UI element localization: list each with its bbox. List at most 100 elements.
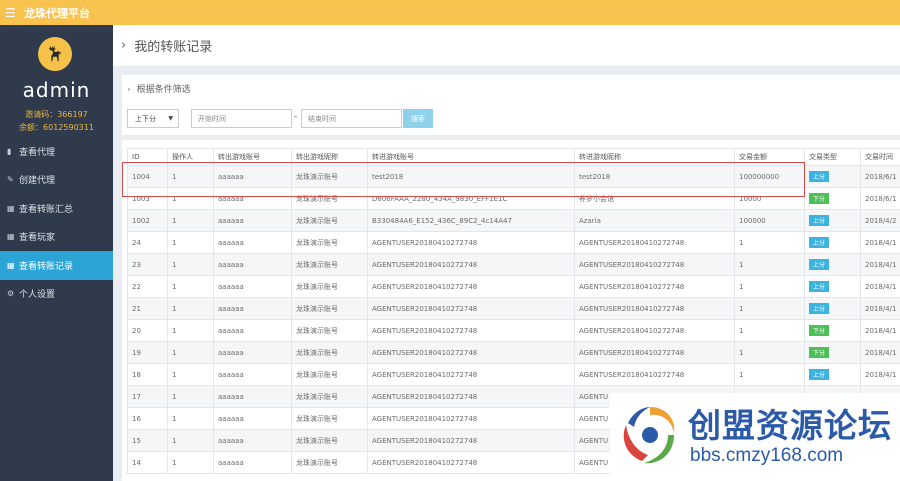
cell-time: 2018/4/1 [860,231,900,254]
menu-icon[interactable]: ☰ [5,6,19,20]
cell-id: 1003 [127,187,168,210]
cell-from-nick: 龙珠演示账号 [291,187,368,210]
type-select-value: 上下分 [135,114,156,123]
column-header: 转进游戏账号 [367,148,575,166]
table-row[interactable]: 24 1 aaaaaa 龙珠演示账号 AGENTUSER20180410272748 AG… [127,231,900,254]
page-header: › 我的转账记录 [113,25,900,67]
cell-id: 19 [127,341,168,364]
cell-from-nick: 龙珠演示账号 [291,319,368,342]
username: admin [22,78,91,102]
cell-operator: 1 [167,429,214,452]
cell-to-nick: AGENTUSER20180410272748 [574,253,735,276]
cell-amount: 10000 [734,187,805,210]
type-badge: 上分 [809,281,830,292]
table-row[interactable]: 22 1 aaaaaa 龙珠演示账号 AGENTUSER20180410272748 AG… [127,275,900,298]
cell-type: 上分 [804,275,861,298]
column-header: 交易时间 [860,148,900,166]
cell-from-nick: 龙珠演示账号 [291,275,368,298]
sidebar-item-5[interactable]: ⚙ 个人设置 [0,280,113,309]
cell-operator: 1 [167,407,214,430]
cell-from-account: aaaaaa [213,451,292,474]
column-header: 转出游戏昵称 [291,148,368,166]
start-time-input[interactable]: 开始时间 [191,109,292,128]
table-row[interactable]: 21 1 aaaaaa 龙珠演示账号 AGENTUSER20180410272748 AG… [127,297,900,320]
cell-to-nick: AGENTUSER20180410272748 [574,231,735,254]
sidebar-item-2[interactable]: ▦ 查看转账汇总 [0,194,113,223]
top-bar: ☰ 龙珠代理平台 [0,0,900,25]
watermark-title: 创盟资源论坛 [688,406,892,445]
cell-type: 上分 [804,363,861,386]
cell-from-nick: 龙珠演示账号 [291,429,368,452]
table-row[interactable]: 18 1 aaaaaa 龙珠演示账号 AGENTUSER20180410272748 AG… [127,363,900,386]
chevron-right-icon: › [127,85,131,95]
table-row[interactable]: 1004 1 aaaaaa 龙珠演示账号 test2018 test2018 1000000… [127,165,900,188]
cell-time: 2018/4/1 [860,363,900,386]
edit-icon: ✎ [7,175,14,185]
cell-id: 1004 [127,165,168,188]
search-button[interactable]: 搜索 [403,109,433,128]
cell-operator: 1 [167,297,214,320]
cell-to-account: AGENTUSER20180410272748 [367,429,575,452]
cell-operator: 1 [167,187,214,210]
table-row[interactable]: 20 1 aaaaaa 龙珠演示账号 AGENTUSER20180410272748 AG… [127,319,900,342]
sidebar-item-label: 创建代理 [19,176,56,187]
cell-to-nick: Azaria [574,209,735,232]
cell-type: 下分 [804,187,861,210]
type-badge: 下分 [809,325,830,336]
watermark-url: bbs.cmzy168.com [690,445,844,466]
book-icon: ▮ [7,146,12,156]
cell-operator: 1 [167,363,214,386]
cell-to-account: AGENTUSER20180410272748 [367,341,575,364]
watermark-logo-icon [623,407,675,464]
sidebar-item-label: 查看转账汇总 [19,204,74,215]
cell-from-account: aaaaaa [213,275,292,298]
table-header-row: ID 操作人 转出游戏账号 转出游戏昵称 转进游戏账号 转进游戏昵称 交易金额 交易类型 交易时… [127,148,900,166]
sidebar-item-3[interactable]: ▦ 查看玩家 [0,223,113,252]
table-row[interactable]: 1003 1 aaaaaa 龙珠演示账号 D806FAAA_2280_434A_9830… [127,187,900,210]
cell-id: 22 [127,275,168,298]
cell-to-nick: AGENTUSER20180410272748 [574,319,735,342]
type-badge: 上分 [809,369,830,380]
cell-id: 18 [127,363,168,386]
end-time-input[interactable]: 结束时间 [301,109,402,128]
cell-amount: 1 [734,319,805,342]
cell-to-nick: AGENTUSER20180410272748 [574,341,735,364]
cell-to-account: AGENTUSER20180410272748 [367,297,575,320]
cell-to-account: AGENTUSER20180410272748 [367,275,575,298]
sidebar-item-0[interactable]: ▮ 查看代理 [0,137,113,166]
column-header: 操作人 [167,148,214,166]
cell-id: 16 [127,407,168,430]
cell-amount: 100000 [734,209,805,232]
filter-title[interactable]: › 根据条件筛选 [127,82,191,95]
sidebar-nav: ▮ 查看代理 ✎ 创建代理 ▦ 查看转账汇总 ▦ 查看玩家 ▦ 查看转账记录 ⚙ 个人设置 [0,137,113,308]
cell-from-account: aaaaaa [213,187,292,210]
deer-icon [48,45,62,62]
balance: 余额：6012590311 [19,123,94,132]
table-row[interactable]: 23 1 aaaaaa 龙珠演示账号 AGENTUSER20180410272748 AG… [127,253,900,276]
cell-time: 2018/4/1 [860,319,900,342]
cell-time: 2018/4/1 [860,253,900,276]
cell-from-nick: 龙珠演示账号 [291,407,368,430]
type-select[interactable]: 上下分 ▼ [127,109,179,128]
cell-type: 上分 [804,231,861,254]
cell-from-nick: 龙珠演示账号 [291,341,368,364]
cell-amount: 1 [734,363,805,386]
cell-type: 上分 [804,209,861,232]
table-row[interactable]: 19 1 aaaaaa 龙珠演示账号 AGENTUSER20180410272748 AG… [127,341,900,364]
invite-code: 邀请码：366197 [25,110,88,119]
cell-time: 2018/4/1 [860,297,900,320]
cell-id: 24 [127,231,168,254]
table-icon: ▦ [7,203,15,213]
cell-type: 上分 [804,253,861,276]
sidebar-item-4[interactable]: ▦ 查看转账记录 [0,251,113,280]
cell-id: 20 [127,319,168,342]
cell-from-account: aaaaaa [213,363,292,386]
cell-from-account: aaaaaa [213,429,292,452]
cell-from-nick: 龙珠演示账号 [291,165,368,188]
cell-type: 下分 [804,319,861,342]
cell-to-nick: AGENTUSER20180410272748 [574,275,735,298]
page-title: 我的转账记录 [134,40,213,55]
cell-to-nick: AGENTUSER20180410272748 [574,297,735,320]
table-row[interactable]: 1002 1 aaaaaa 龙珠演示账号 B330484A6_E152_436C_89C… [127,209,900,232]
sidebar-item-1[interactable]: ✎ 创建代理 [0,166,113,195]
